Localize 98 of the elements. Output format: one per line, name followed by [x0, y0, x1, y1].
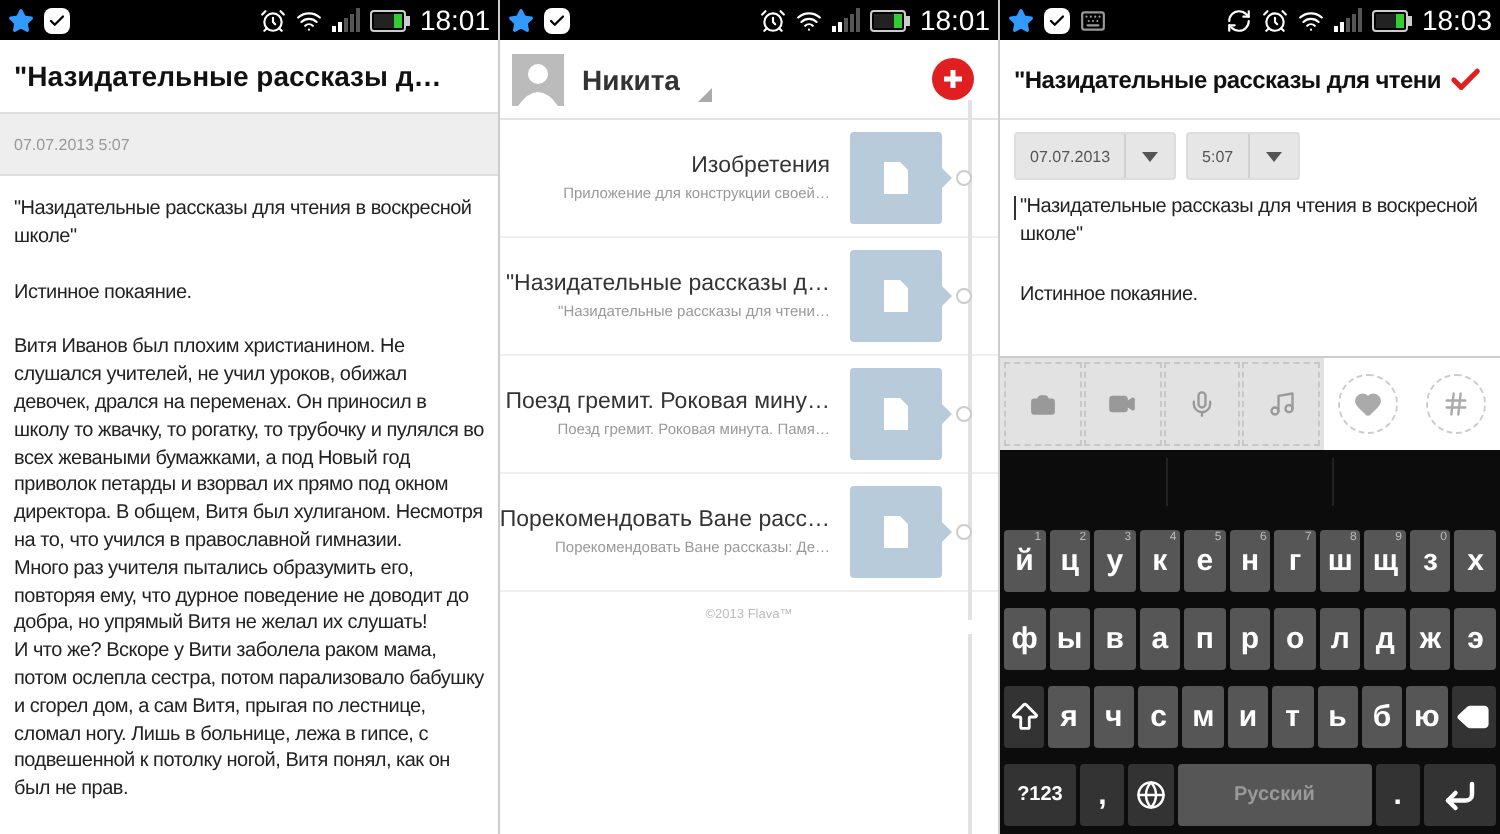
letter-key[interactable]: д — [1364, 608, 1406, 670]
battery-icon — [1371, 9, 1412, 31]
letter-key[interactable]: ь — [1317, 686, 1358, 748]
task-icon — [44, 7, 70, 33]
signal-icon — [831, 8, 860, 32]
battery-icon — [869, 9, 910, 31]
avatar-icon — [512, 53, 564, 105]
status-time: 18:03 — [1421, 4, 1492, 36]
timeline-node — [956, 288, 972, 304]
dropdown-icon — [1142, 151, 1159, 161]
title-field[interactable]: "Назидательные рассказы для чтени — [1014, 65, 1441, 93]
letter-key[interactable]: л — [1319, 608, 1361, 670]
punctuation-key[interactable]: . — [1375, 764, 1421, 826]
letter-key[interactable]: х — [1454, 530, 1497, 592]
sync-icon — [1225, 7, 1252, 33]
keyboard-icon — [1080, 7, 1106, 33]
letter-key[interactable]: ч — [1093, 686, 1135, 748]
task-icon — [1044, 7, 1070, 33]
star-icon — [508, 7, 534, 33]
music-button[interactable] — [1242, 362, 1320, 446]
music-icon — [1267, 390, 1296, 418]
letter-key[interactable]: ы — [1049, 608, 1091, 670]
note-date: 07.07.2013 5:07 — [14, 135, 130, 153]
video-icon — [1108, 390, 1137, 418]
letter-key[interactable]: я — [1048, 686, 1090, 748]
signal-icon — [331, 8, 360, 32]
camera-button[interactable] — [1004, 362, 1082, 446]
microphone-icon — [1187, 390, 1216, 418]
status-time: 18:01 — [919, 4, 990, 36]
note-title: Изобретения — [691, 154, 830, 178]
letter-key[interactable]: а — [1139, 608, 1181, 670]
account-name[interactable]: Никита — [582, 63, 680, 95]
symbols-key[interactable]: ?123 — [1004, 764, 1076, 826]
note-title: Порекомендовать Ване расс… — [500, 508, 830, 532]
letter-key[interactable]: б — [1361, 686, 1403, 748]
document-icon — [884, 398, 908, 430]
document-icon — [884, 280, 908, 312]
dropdown-icon[interactable] — [697, 88, 712, 102]
wifi-icon — [795, 7, 822, 33]
letter-key[interactable]: в — [1094, 608, 1136, 670]
globe-icon — [1136, 780, 1167, 810]
add-button[interactable] — [932, 58, 974, 100]
heart-icon — [1354, 390, 1382, 418]
letter-key[interactable]: ф — [1004, 608, 1046, 670]
wifi-icon — [1297, 7, 1324, 33]
backspace-key[interactable] — [1451, 686, 1496, 748]
letter-key[interactable]: э — [1454, 608, 1497, 670]
letter-key[interactable]: с — [1138, 686, 1179, 748]
letter-key[interactable]: о — [1274, 608, 1316, 670]
note-text-field[interactable]: "Назидательные рассказы для чтения в воскресной школе" Истинное покаяние. — [1000, 192, 1500, 356]
enter-key[interactable] — [1424, 764, 1496, 826]
document-icon — [884, 162, 908, 194]
task-icon — [544, 7, 570, 33]
plus-icon — [942, 68, 964, 90]
body-paragraph: Витя Иванов был плохим христианином. Не слушался учителей, не учил уроков, обижал девочек, дрался на переменах. Он приносил в школу то жвачку, то рогатку, то трубочку и пулялся во всех жеваными бумажками, а под Новый год приволок петарды и взорвал их прямо под окном директора. В общем, Витя был хулиганом. Несмотря на то, что учился в православной гимназии. — [14, 334, 484, 556]
letter-key[interactable]: ю — [1406, 686, 1448, 748]
timeline-node — [956, 406, 972, 422]
letter-key[interactable]: т — [1272, 686, 1314, 748]
dropdown-icon — [1265, 151, 1282, 161]
letter-key[interactable]: р — [1229, 608, 1271, 670]
backspace-icon — [1456, 700, 1491, 734]
shift-key[interactable] — [1004, 686, 1045, 748]
letter-key[interactable]: ж — [1409, 608, 1451, 670]
document-icon — [884, 516, 908, 548]
body-paragraph: "Назидательные рассказы для чтения в воскресной школе" — [1020, 194, 1480, 250]
body-paragraph: Истинное покаяние. — [14, 279, 194, 307]
note-title: "Назидательные рассказы д… — [14, 60, 442, 92]
signal-icon — [1333, 8, 1362, 32]
status-time: 18:01 — [419, 4, 490, 36]
star-icon — [1008, 7, 1034, 33]
date-picker[interactable]: 07.07.2013 — [1014, 132, 1177, 180]
note-title: Поезд гремит. Роковая мину… — [505, 390, 830, 414]
microphone-button[interactable] — [1163, 362, 1241, 446]
language-key[interactable] — [1128, 764, 1174, 826]
timeline-node — [956, 170, 972, 186]
camera-icon — [1029, 391, 1056, 417]
alarm-icon — [759, 7, 786, 33]
video-button[interactable] — [1083, 362, 1161, 446]
letter-key[interactable]: м — [1182, 686, 1224, 748]
note-title: "Назидательные рассказы д… — [505, 272, 830, 296]
timeline-node — [956, 524, 972, 540]
star-icon — [8, 7, 34, 33]
enter-icon — [1442, 777, 1478, 813]
time-picker[interactable]: 5:07 — [1186, 132, 1300, 180]
body-paragraph: "Назидательные рассказы для чтения в воскресной школе" — [14, 196, 474, 252]
hash-icon — [1442, 390, 1470, 418]
body-paragraph: Истинное покаяние. — [1020, 281, 1200, 309]
letter-key[interactable]: и — [1227, 686, 1269, 748]
battery-icon — [369, 9, 410, 31]
shift-icon — [1007, 700, 1042, 734]
body-paragraph: Много раз учителя пытались образумить его, повторяя ему, что дурное поведение не доводит до добра, но упрямый Витя не желал их слушать! — [14, 555, 471, 639]
punctuation-key[interactable]: , — [1079, 764, 1125, 826]
body-paragraph: И что же? Вскоре у Вити заболела раком мама, потом ослепла сестра, потом парализовало бабушку и сгорел дом, а сам Витя, прыгая по лестнице, сломал ногу. Лишь в больнице, лежа в гипсе, с подвешенной к потолку ногой, Витя понял, как он был не прав. — [14, 638, 484, 804]
wifi-icon — [295, 7, 322, 33]
text-cursor — [1014, 196, 1016, 220]
letter-key[interactable]: п — [1184, 608, 1226, 670]
alarm-icon — [1261, 7, 1288, 33]
alarm-icon — [259, 7, 286, 33]
